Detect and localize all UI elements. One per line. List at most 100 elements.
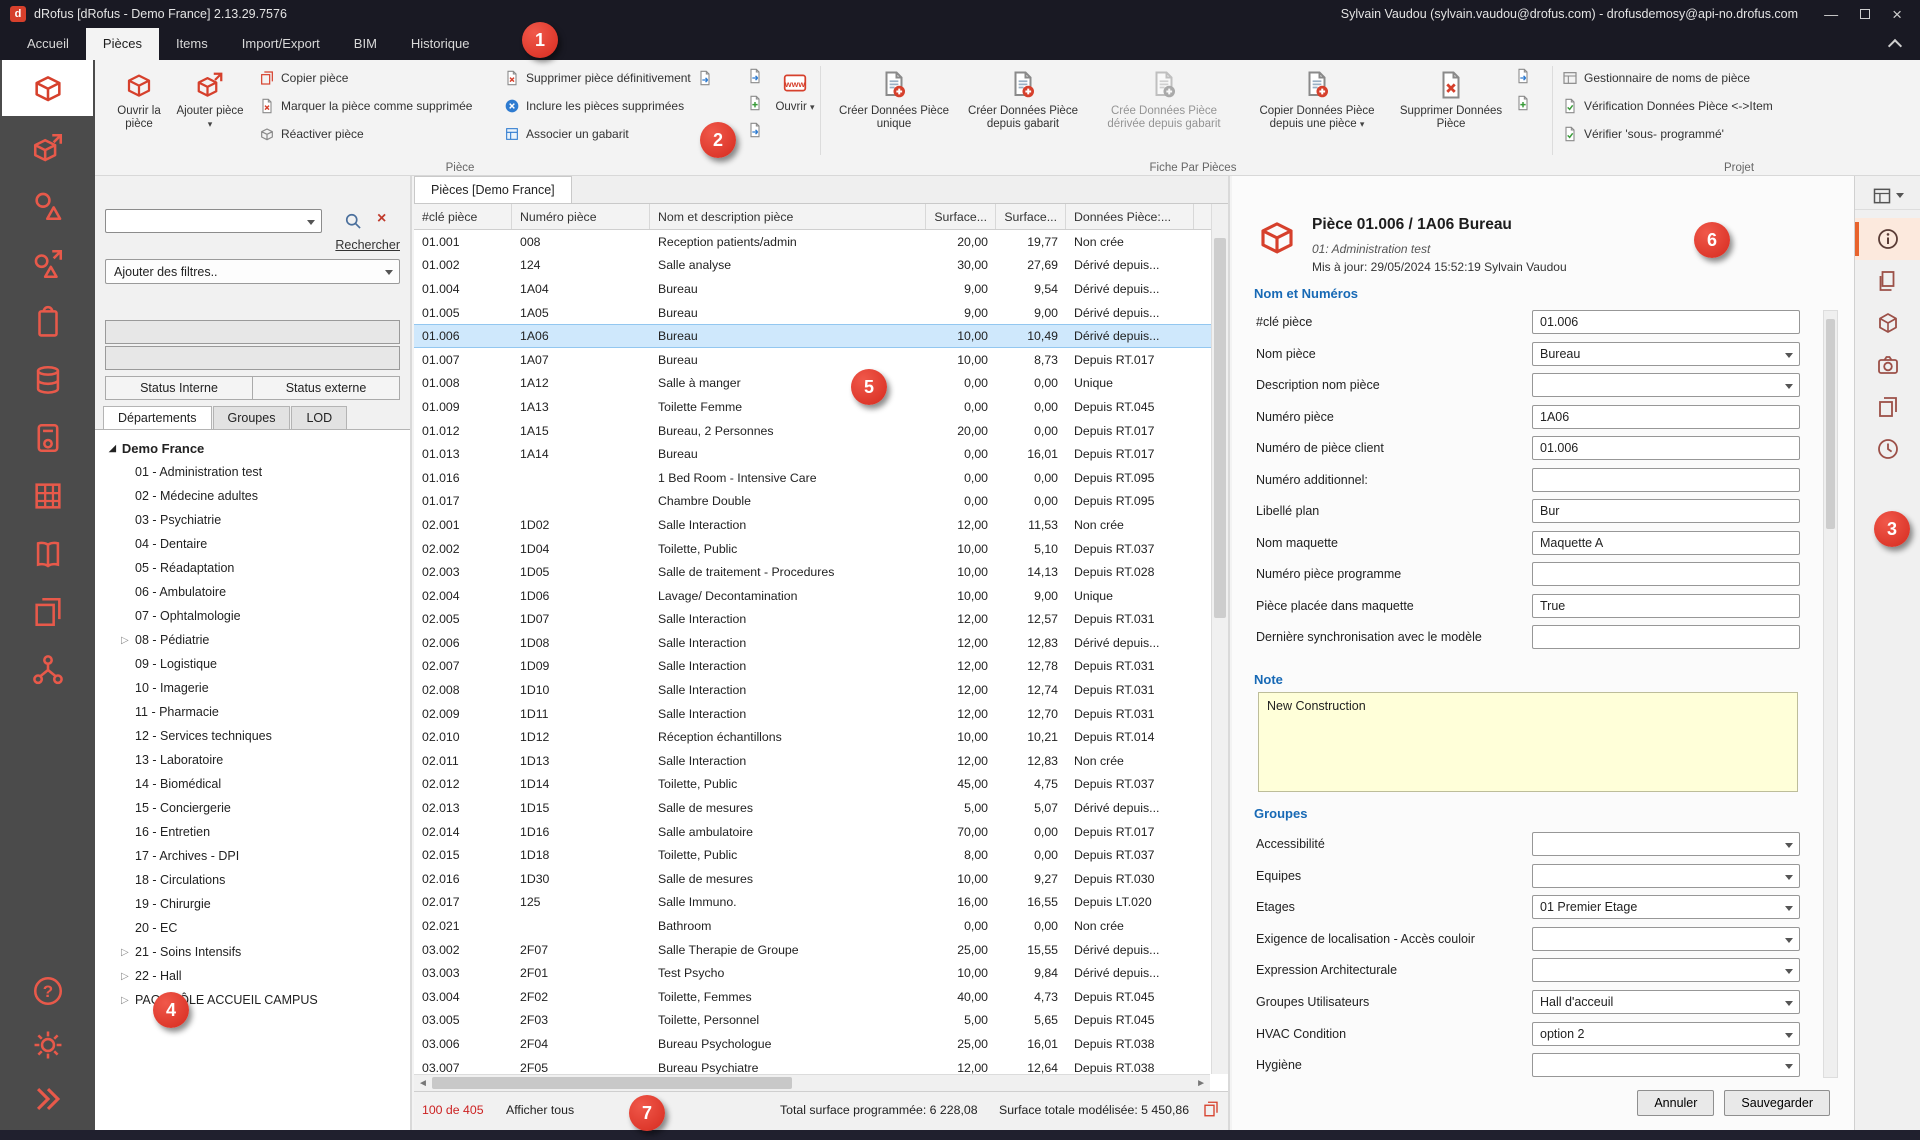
table-row[interactable]: 02.0031D05Salle de traitement - Procedur… <box>414 560 1212 584</box>
table-row[interactable]: 01.0081A12Salle à manger0,000,00Unique <box>414 372 1212 396</box>
menu-tab-pi-ces[interactable]: Pièces <box>86 28 159 60</box>
tree-item[interactable]: 06 - Ambulatoire <box>95 580 410 604</box>
tree-item[interactable]: 07 - Ophtalmologie <box>95 604 410 628</box>
delete-piece-permanently-button[interactable]: Supprimer pièce définitivement <box>500 66 717 89</box>
table-row[interactable]: 02.0121D14Toilette, Public45,004,75Depui… <box>414 773 1212 797</box>
chevron-down-icon[interactable] <box>1785 1064 1793 1069</box>
chevron-down-icon[interactable] <box>1785 843 1793 848</box>
tree-item[interactable]: 14 - Biomédical <box>95 772 410 796</box>
expander-icon[interactable]: ▷ <box>121 995 135 1006</box>
tree-item[interactable]: 05 - Réadaptation <box>95 556 410 580</box>
search-link[interactable]: Rechercher <box>335 238 400 252</box>
tree-item[interactable]: 13 - Laboratoire <box>95 748 410 772</box>
tree-item[interactable]: 18 - Circulations <box>95 868 410 892</box>
tree-item[interactable]: 09 - Logistique <box>95 652 410 676</box>
nav-tab-groupes[interactable]: Groupes <box>213 406 291 429</box>
nav-filter-button[interactable] <box>105 320 400 344</box>
nav-tab-lod[interactable]: LOD <box>291 406 347 429</box>
tree-item[interactable]: ▷PAC - PÔLE ACCUEIL CAMPUS <box>95 988 410 1012</box>
verify-subprogrammed-button[interactable]: Vérifier 'sous- programmé' <box>1558 122 1777 145</box>
field-input[interactable]: True <box>1532 594 1800 618</box>
database-icon[interactable] <box>2 354 93 406</box>
copy-icon[interactable] <box>1855 386 1920 428</box>
tree-item[interactable]: 12 - Services techniques <box>95 724 410 748</box>
menu-tab-bim[interactable]: BIM <box>337 28 394 60</box>
table-row[interactable]: 01.0121A15Bureau, 2 Personnes20,000,00De… <box>414 419 1212 443</box>
chevron-down-icon[interactable] <box>1785 1033 1793 1038</box>
page-export-icon[interactable] <box>747 122 763 138</box>
expander-icon[interactable]: ▷ <box>121 635 135 646</box>
chevron-down-icon[interactable] <box>1785 384 1793 389</box>
horizontal-scrollbar[interactable]: ◄ ► <box>414 1074 1210 1091</box>
column-header[interactable]: Surface... <box>926 204 996 229</box>
properties-scrollbar[interactable] <box>1823 310 1838 1078</box>
page-add-icon[interactable] <box>747 95 763 111</box>
clipboard-icon[interactable] <box>2 296 93 348</box>
tree-item[interactable]: 01 - Administration test <box>95 460 410 484</box>
table-row[interactable]: 02.0161D30Salle de mesures10,009,27Depui… <box>414 867 1212 891</box>
chevron-down-icon[interactable] <box>307 220 315 225</box>
chevron-down-icon[interactable] <box>1785 969 1793 974</box>
table-row[interactable]: 02.0111D13Salle Interaction12,0012,83Non… <box>414 749 1212 773</box>
table-row[interactable]: 01.0061A06Bureau10,0010,49Dérivé depuis.… <box>414 324 1212 348</box>
nav-filter-button[interactable] <box>105 346 400 370</box>
field-input[interactable] <box>1532 562 1800 586</box>
book-icon[interactable] <box>2 528 93 580</box>
chevron-down-icon[interactable] <box>1785 353 1793 358</box>
camera-icon[interactable] <box>1855 344 1920 386</box>
tree-item[interactable]: 11 - Pharmacie <box>95 700 410 724</box>
field-input[interactable]: 01.006 <box>1532 436 1800 460</box>
table-row[interactable]: 01.001008Reception patients/admin20,0019… <box>414 230 1212 254</box>
add-piece-button[interactable]: Ajouter pièce ▾ <box>175 64 245 158</box>
building-icon[interactable] <box>2 470 93 522</box>
table-row[interactable]: 02.0061D08Salle Interaction12,0012,83Dér… <box>414 631 1212 655</box>
field-input[interactable]: 01.006 <box>1532 310 1800 334</box>
table-row[interactable]: 01.0051A05Bureau9,009,00Dérivé depuis... <box>414 301 1212 325</box>
table-row[interactable]: 01.002124Salle analyse30,0027,69Dérivé d… <box>414 254 1212 278</box>
column-header[interactable]: #clé pièce <box>414 204 512 229</box>
documents-icon[interactable] <box>2 586 93 638</box>
table-row[interactable]: 01.0091A13Toilette Femme0,000,00Depuis R… <box>414 395 1212 419</box>
field-input[interactable]: Hall d'acceuil <box>1532 990 1800 1014</box>
table-row[interactable]: 02.0051D07Salle Interaction12,0012,57Dep… <box>414 608 1212 632</box>
menu-tab-items[interactable]: Items <box>159 28 225 60</box>
table-row[interactable]: 01.017Chambre Double0,000,00Depuis RT.09… <box>414 490 1212 514</box>
cancel-button[interactable]: Annuler <box>1637 1090 1714 1116</box>
table-row[interactable]: 02.0021D04Toilette, Public10,005,10Depui… <box>414 537 1212 561</box>
network-icon[interactable] <box>2 644 93 696</box>
page-add-icon[interactable] <box>1515 95 1531 111</box>
page-forward-icon[interactable] <box>1515 68 1531 84</box>
info-icon[interactable] <box>1855 218 1920 260</box>
table-row[interactable]: 01.0131A14Bureau0,0016,01Depuis RT.017 <box>414 442 1212 466</box>
field-input[interactable] <box>1532 958 1800 982</box>
table-row[interactable]: 02.0041D06Lavage/ Decontamination10,009,… <box>414 584 1212 608</box>
expander-icon[interactable]: ◢ <box>109 443 116 454</box>
note-textarea[interactable]: New Construction <box>1258 692 1798 792</box>
close-icon[interactable]: × <box>1892 6 1902 23</box>
table-row[interactable]: 02.021Bathroom0,000,00Non crée <box>414 914 1212 938</box>
table-row[interactable]: 02.0081D10Salle Interaction12,0012,74Dep… <box>414 678 1212 702</box>
save-button[interactable]: Sauvegarder <box>1724 1090 1830 1116</box>
status-tab[interactable]: Status externe <box>253 376 400 400</box>
delete-piece-data-button[interactable]: Supprimer Données Pièce <box>1397 64 1505 158</box>
column-header[interactable]: Numéro pièce <box>512 204 650 229</box>
table-row[interactable]: 03.0062F04Bureau Psychologue25,0016,01De… <box>414 1032 1212 1056</box>
field-input[interactable] <box>1532 927 1800 951</box>
verify-piece-data-item-button[interactable]: Vérification Données Pièce <->Item <box>1558 94 1777 117</box>
scanner-icon[interactable] <box>2 412 93 464</box>
field-input[interactable]: Bur <box>1532 499 1800 523</box>
column-header[interactable]: Données Pièce:... <box>1066 204 1194 229</box>
table-row[interactable]: 02.0141D16Salle ambulatoire70,000,00Depu… <box>414 820 1212 844</box>
field-input[interactable]: 01 Premier Etage <box>1532 895 1800 919</box>
tree-item[interactable]: 15 - Conciergerie <box>95 796 410 820</box>
field-input[interactable]: Maquette A <box>1532 531 1800 555</box>
field-input[interactable] <box>1532 373 1800 397</box>
scroll-right-icon[interactable]: ► <box>1196 1078 1206 1089</box>
create-piece-data-unique-button[interactable]: Créer Données Pièce unique <box>835 64 953 158</box>
help-icon[interactable] <box>2 968 93 1014</box>
show-all-button[interactable]: Afficher tous <box>506 1103 574 1117</box>
field-input[interactable]: option 2 <box>1532 1022 1800 1046</box>
menu-tab-historique[interactable]: Historique <box>394 28 487 60</box>
table-row[interactable]: 03.0022F07Salle Therapie de Groupe25,001… <box>414 938 1212 962</box>
chevron-down-icon[interactable] <box>1785 906 1793 911</box>
